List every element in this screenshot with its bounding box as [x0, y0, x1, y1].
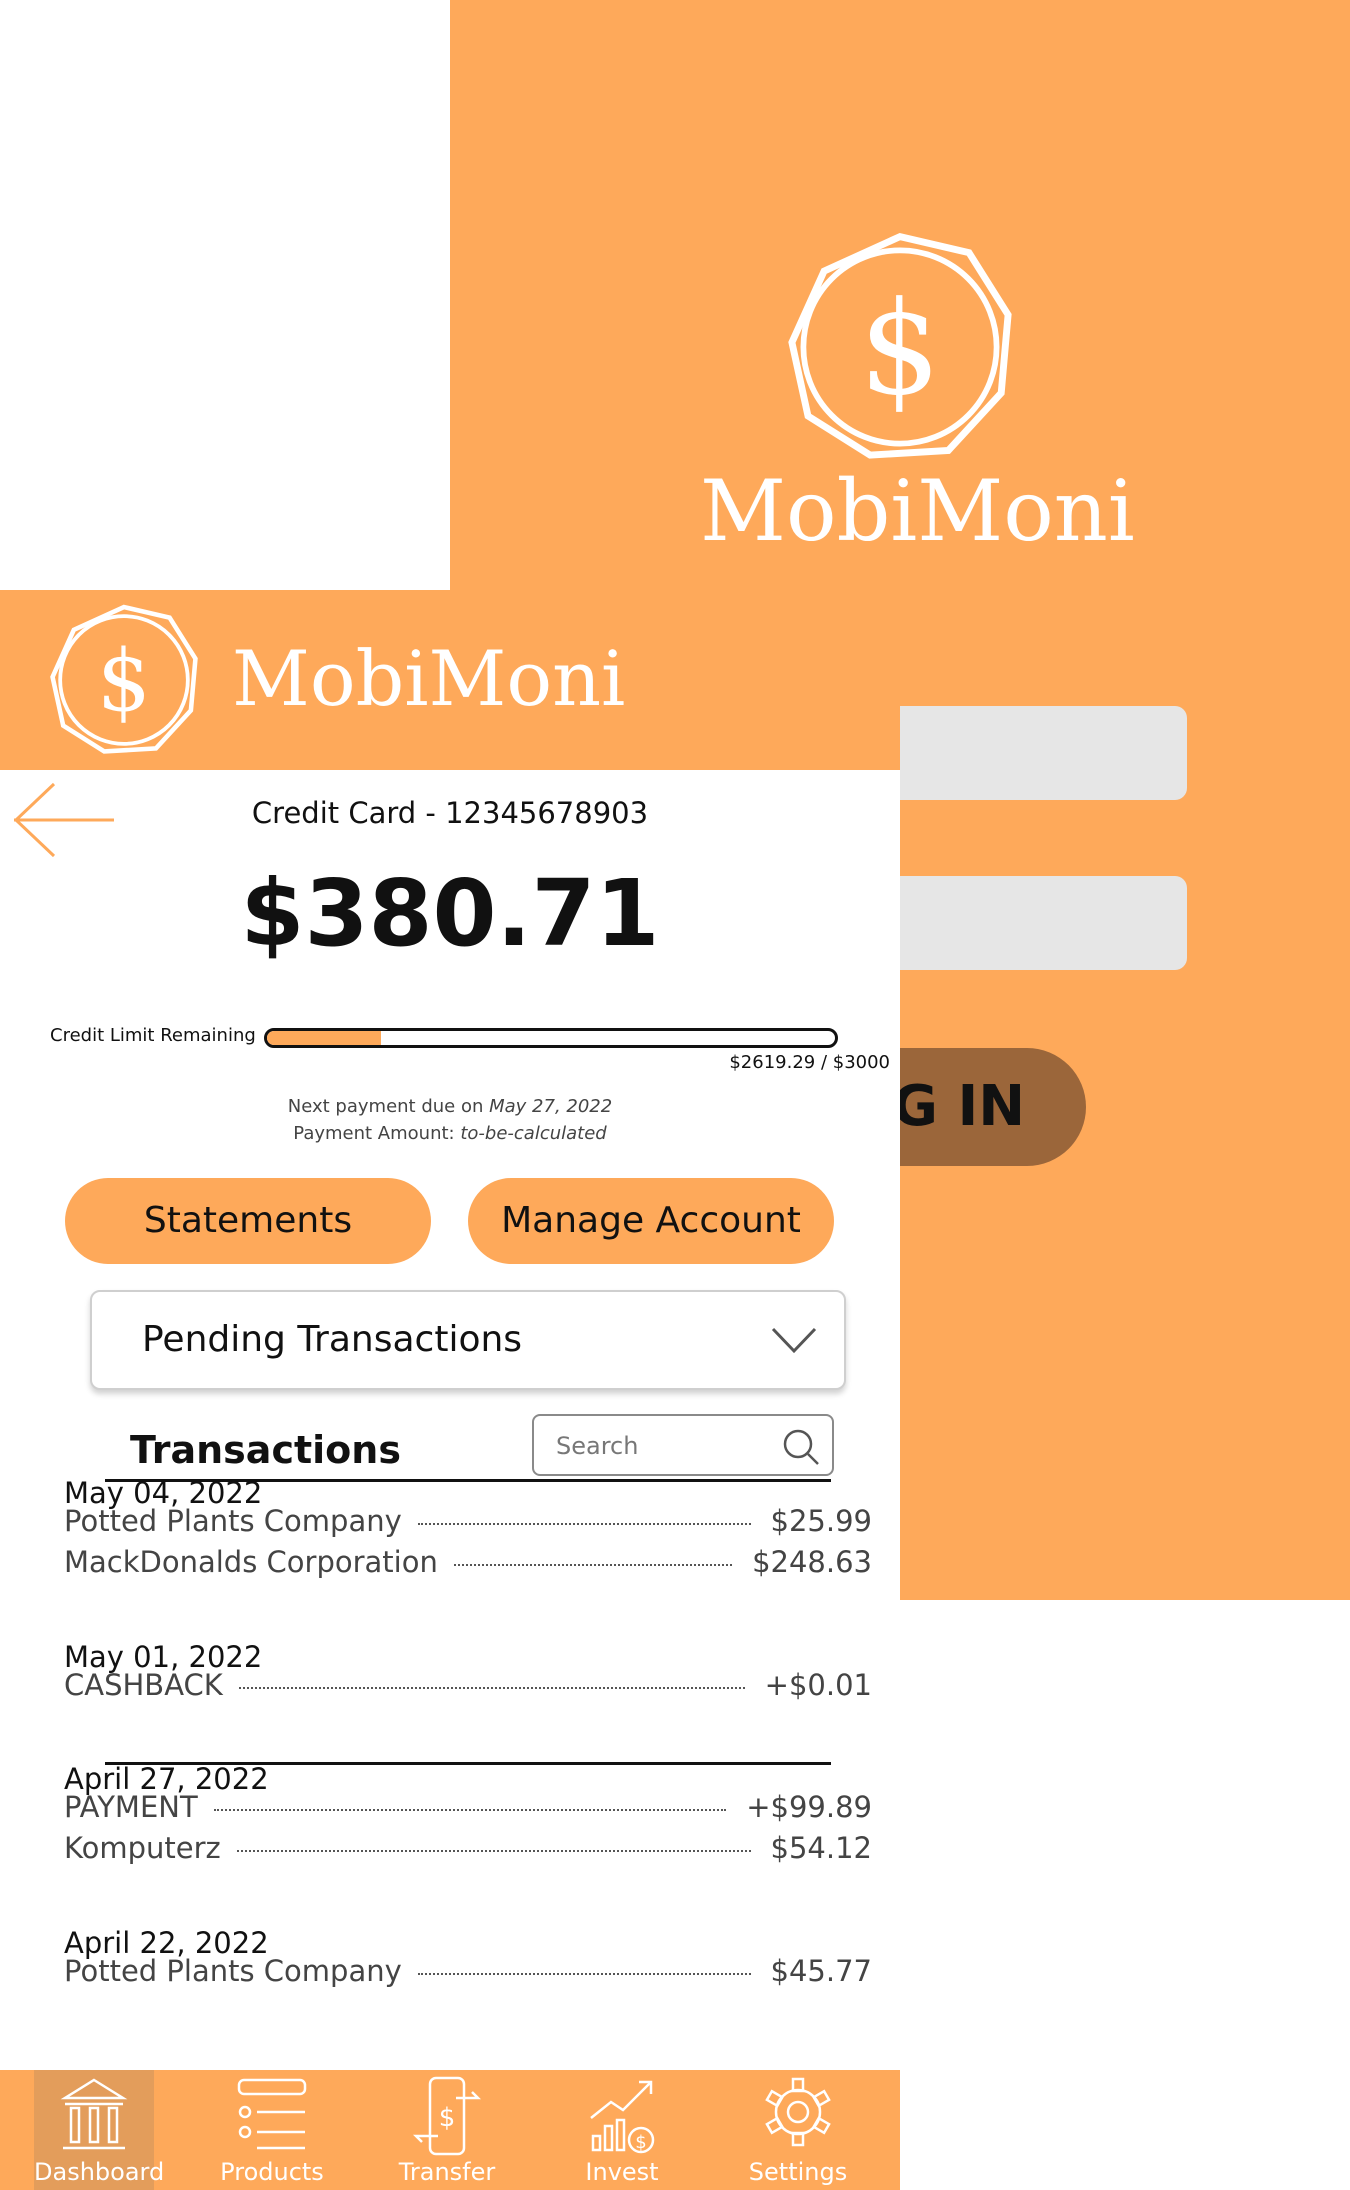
transaction-amount: $25.99	[770, 1504, 872, 1538]
login-password-field[interactable]	[870, 876, 1187, 970]
transaction-merchant: Potted Plants Company	[64, 1954, 402, 1988]
app-header: $ MobiMoni	[0, 590, 900, 770]
svg-text:$: $	[97, 632, 151, 731]
transaction-merchant: Potted Plants Company	[64, 1504, 402, 1538]
svg-text:$: $	[439, 2103, 456, 2133]
nav-item-invest[interactable]: $ Invest	[562, 2070, 682, 2190]
chevron-down-icon	[771, 1327, 817, 1354]
payment-amount-prefix: Payment Amount:	[293, 1123, 461, 1144]
transaction-row[interactable]: Potted Plants Company $45.77	[64, 1954, 872, 1994]
header-brand-title: MobiMoni	[232, 634, 626, 723]
manage-account-button[interactable]: Manage Account	[468, 1178, 834, 1264]
nav-item-transfer[interactable]: $ Transfer	[387, 2070, 507, 2190]
transaction-amount: $45.77	[770, 1954, 872, 1988]
nav-label: Dashboard	[34, 2158, 165, 2186]
transaction-amount: +$0.01	[764, 1668, 872, 1702]
transaction-merchant: MackDonalds Corporation	[64, 1545, 438, 1579]
credit-limit-amount: $2619.29 / $3000	[729, 1052, 890, 1073]
dotted-leader	[417, 1972, 751, 1975]
transaction-row[interactable]: CASHBACK +$0.01	[64, 1668, 872, 1708]
nav-label: Products	[220, 2158, 324, 2186]
card-balance: $380.71	[240, 860, 660, 967]
logo-icon: $	[50, 604, 198, 754]
bank-icon	[60, 2078, 128, 2150]
search-input[interactable]	[554, 1424, 758, 1468]
dotted-leader	[453, 1563, 733, 1566]
nav-item-settings[interactable]: Settings	[738, 2070, 858, 2190]
login-username-field[interactable]	[870, 706, 1187, 800]
dotted-leader	[236, 1849, 751, 1852]
transaction-row[interactable]: Potted Plants Company $25.99	[64, 1504, 872, 1544]
transaction-amount: +$99.89	[746, 1790, 872, 1824]
transaction-row[interactable]: Komputerz $54.12	[64, 1831, 872, 1871]
back-arrow-icon[interactable]	[12, 780, 116, 862]
card-title: Credit Card - 12345678903	[251, 796, 649, 830]
next-payment-due: Next payment due on May 27, 2022	[150, 1096, 750, 1117]
dotted-leader	[213, 1808, 727, 1811]
gear-icon	[765, 2077, 831, 2147]
pending-transactions-select[interactable]: Pending Transactions	[90, 1290, 846, 1390]
transaction-merchant: CASHBACK	[64, 1668, 223, 1702]
transaction-amount: $248.63	[752, 1545, 872, 1579]
transaction-merchant: PAYMENT	[64, 1790, 198, 1824]
pending-transactions-label: Pending Transactions	[142, 1319, 523, 1360]
bottom-nav: Dashboard Products $ Transfer $ Invest S…	[0, 2070, 900, 2190]
next-payment-date: May 27, 2022	[489, 1096, 613, 1117]
statements-button[interactable]: Statements	[65, 1178, 431, 1264]
credit-card-screen: $ MobiMoni Credit Card - 12345678903 $38…	[0, 590, 900, 2190]
search-icon[interactable]	[782, 1428, 820, 1466]
transactions-heading: Transactions	[130, 1428, 401, 1472]
nav-label: Transfer	[398, 2158, 496, 2186]
dotted-leader	[238, 1686, 745, 1689]
credit-limit-progress-bar	[264, 1028, 838, 1048]
transaction-amount: $54.12	[770, 1831, 872, 1865]
nav-item-products[interactable]: Products	[212, 2070, 332, 2190]
list-icon	[237, 2078, 307, 2150]
nav-label: Settings	[748, 2158, 848, 2186]
transaction-row[interactable]: PAYMENT +$99.89	[64, 1790, 872, 1830]
search-box	[532, 1414, 834, 1476]
svg-text:$: $	[859, 274, 941, 424]
transfer-icon: $	[412, 2076, 482, 2156]
payment-amount-value: to-be-calculated	[460, 1123, 607, 1144]
next-payment-prefix: Next payment due on	[287, 1096, 490, 1117]
login-brand-title: MobiMoni	[700, 462, 1135, 560]
credit-limit-progress-fill	[267, 1031, 381, 1045]
transaction-merchant: Komputerz	[64, 1831, 221, 1865]
logo-icon: $	[788, 232, 1012, 459]
transaction-row[interactable]: MackDonalds Corporation $248.63	[64, 1545, 872, 1585]
payment-amount: Payment Amount: to-be-calculated	[150, 1123, 750, 1144]
nav-label: Invest	[585, 2158, 659, 2186]
svg-text:$: $	[635, 2132, 646, 2153]
credit-limit-label: Credit Limit Remaining	[50, 1025, 256, 1046]
nav-item-dashboard[interactable]: Dashboard	[34, 2070, 165, 2190]
dotted-leader	[417, 1522, 751, 1525]
invest-icon: $	[590, 2080, 655, 2154]
